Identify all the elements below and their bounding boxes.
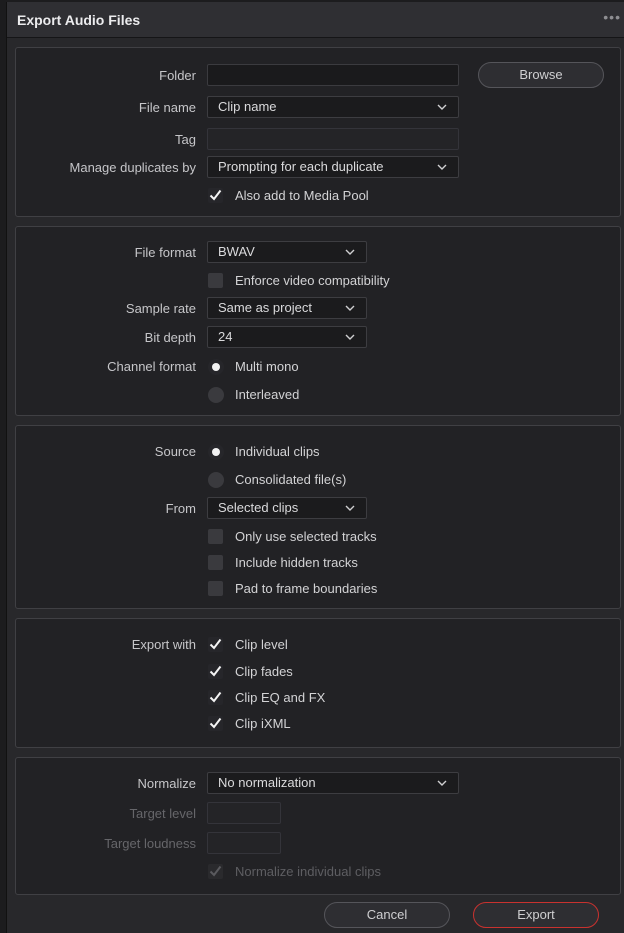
source-label: Source [154, 444, 196, 459]
pad-frame-boundaries-label: Pad to frame boundaries [235, 581, 378, 596]
from-select[interactable]: Selected clips [207, 497, 367, 519]
file-format-select[interactable]: BWAV [207, 241, 367, 263]
clip-fades-checkbox[interactable] [208, 664, 223, 679]
checkmark-icon [209, 691, 222, 703]
target-loudness-label: Target loudness [104, 836, 196, 851]
duplicates-select-value: Prompting for each duplicate [218, 159, 384, 174]
duplicates-select[interactable]: Prompting for each duplicate [207, 156, 459, 178]
clip-eq-fx-label: Clip EQ and FX [235, 690, 326, 705]
media-pool-label: Also add to Media Pool [235, 188, 369, 203]
folder-field[interactable] [207, 64, 459, 86]
export-with-section: Export with Clip level Clip fades Clip E… [15, 618, 621, 748]
interleaved-radio[interactable] [208, 387, 224, 403]
bit-depth-value: 24 [218, 329, 233, 344]
from-label: From [165, 501, 196, 516]
channel-format-label: Channel format [107, 359, 196, 374]
consolidated-files-radio[interactable] [208, 472, 224, 488]
export-button[interactable]: Export [473, 902, 599, 928]
chevron-down-icon [344, 301, 356, 315]
filename-label: File name [138, 100, 196, 115]
clip-ixml-label: Clip iXML [235, 716, 291, 731]
normalize-individual-checkbox [208, 864, 223, 879]
cancel-button[interactable]: Cancel [324, 902, 450, 928]
filename-select-value: Clip name [218, 99, 277, 114]
multi-mono-radio[interactable] [208, 359, 224, 375]
target-level-label: Target level [129, 806, 196, 821]
source-section: Source Individual clips Consolidated fil… [15, 425, 621, 609]
bit-depth-label: Bit depth [144, 330, 196, 345]
chevron-down-icon [344, 245, 356, 259]
tag-label: Tag [175, 132, 196, 147]
sample-rate-value: Same as project [218, 300, 312, 315]
checkmark-icon [209, 638, 222, 650]
browse-button[interactable]: Browse [478, 62, 604, 88]
title-bar: Export Audio Files ••• [7, 2, 624, 38]
include-hidden-tracks-checkbox[interactable] [208, 555, 223, 570]
individual-clips-radio[interactable] [208, 444, 224, 460]
sample-rate-select[interactable]: Same as project [207, 297, 367, 319]
clip-fades-label: Clip fades [235, 664, 293, 679]
chevron-down-icon [436, 160, 448, 174]
interleaved-label: Interleaved [235, 387, 300, 402]
clip-level-checkbox[interactable] [208, 637, 223, 652]
sample-rate-label: Sample rate [125, 301, 196, 316]
more-dots-icon[interactable]: ••• [603, 9, 621, 25]
folder-label: Folder [159, 68, 196, 83]
consolidated-files-label: Consolidated file(s) [235, 472, 347, 487]
location-section: Folder Browse File name Clip name Tag Ma… [15, 47, 621, 217]
media-pool-checkbox[interactable] [208, 188, 223, 203]
tag-field[interactable] [207, 128, 459, 150]
chevron-down-icon [344, 330, 356, 344]
target-level-field [207, 802, 281, 824]
filename-select[interactable]: Clip name [207, 96, 459, 118]
only-selected-tracks-checkbox[interactable] [208, 529, 223, 544]
chevron-down-icon [436, 100, 448, 114]
dialog-title: Export Audio Files [17, 12, 141, 28]
normalize-section: Normalize No normalization Target level … [15, 757, 621, 895]
from-value: Selected clips [218, 500, 299, 515]
normalize-value: No normalization [218, 775, 316, 790]
export-with-label: Export with [131, 637, 196, 652]
checkmark-icon [209, 189, 222, 201]
chevron-down-icon [436, 776, 448, 790]
enforce-video-checkbox[interactable] [208, 273, 223, 288]
target-loudness-field [207, 832, 281, 854]
normalize-individual-label: Normalize individual clips [235, 864, 381, 879]
only-selected-tracks-label: Only use selected tracks [235, 529, 377, 544]
clip-eq-fx-checkbox[interactable] [208, 690, 223, 705]
individual-clips-label: Individual clips [235, 444, 320, 459]
clip-level-label: Clip level [235, 637, 288, 652]
checkmark-icon [209, 717, 222, 729]
file-format-label: File format [134, 245, 196, 260]
export-audio-dialog: Export Audio Files ••• Folder Browse Fil… [6, 2, 624, 933]
file-format-value: BWAV [218, 244, 255, 259]
checkmark-icon [209, 865, 222, 877]
duplicates-label: Manage duplicates by [69, 160, 196, 175]
multi-mono-label: Multi mono [235, 359, 299, 374]
bit-depth-select[interactable]: 24 [207, 326, 367, 348]
clip-ixml-checkbox[interactable] [208, 716, 223, 731]
checkmark-icon [209, 665, 222, 677]
enforce-video-label: Enforce video compatibility [235, 273, 390, 288]
chevron-down-icon [344, 501, 356, 515]
include-hidden-tracks-label: Include hidden tracks [235, 555, 358, 570]
pad-frame-boundaries-checkbox[interactable] [208, 581, 223, 596]
normalize-select[interactable]: No normalization [207, 772, 459, 794]
format-section: File format BWAV Enforce video compatibi… [15, 226, 621, 416]
normalize-label: Normalize [137, 776, 196, 791]
